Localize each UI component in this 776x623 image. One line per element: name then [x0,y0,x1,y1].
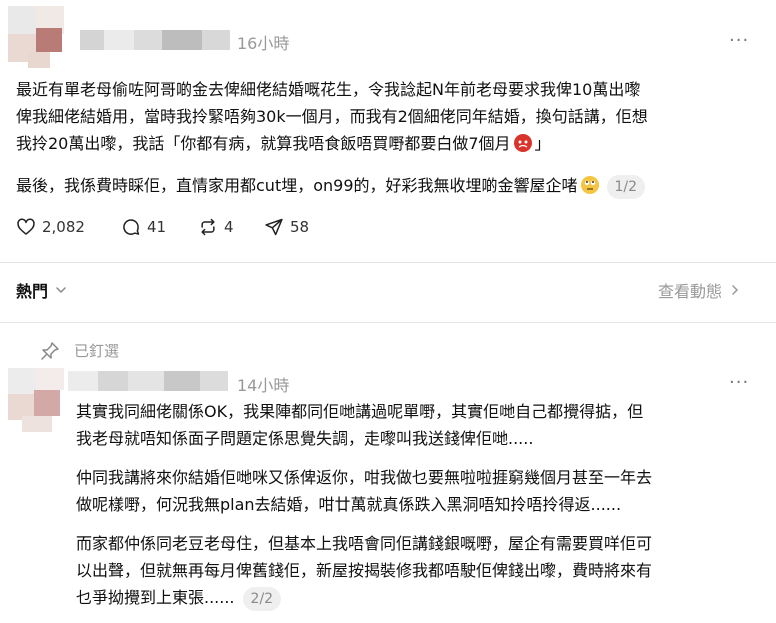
post-text-span: 」 [534,134,551,153]
repost-count: 4 [224,218,234,236]
reply-text-line: 我老母就唔知係面子問題定係思覺失調，走嚟叫我送錢俾佢哋..... [76,429,534,448]
reply-text-line: 而家都仲係同老豆老母住，但基本上我唔會同佢講錢銀嘅嘢，屋企有需要買咩佢可 [76,534,653,553]
reply-text-line: 做呢樣嘢，何況我無plan去結婚，咁廿萬就真係跌入黑洞唔知拎唔拎得返...... [76,495,622,514]
divider [0,262,776,263]
post-page-indicator: 1/2 [606,175,646,199]
chevron-down-icon [56,287,66,294]
like-count: 2,082 [42,218,85,236]
post-more-icon[interactable]: ··· [729,30,749,51]
share-button[interactable]: 58 [264,217,309,237]
comment-icon [123,219,140,235]
post-text-line: 最後，我係費時睬佢，直情家用都cut埋，on99的，好彩我無收埋啲金響屋企啫 1… [16,172,646,199]
comment-button[interactable]: 41 [121,217,166,237]
reply-text-line: 其實我同細佬關係OK，我果陣都同佢哋講過呢單嘢，其實佢哋自己都攪得掂，但 [76,402,644,421]
sort-dropdown[interactable]: 熱門 [16,278,68,302]
divider [0,322,776,323]
post-text-line: 最近有單老母偷咗阿哥啲金去俾細佬結婚嘅花生，令我諗起N年前老母要求我俾10萬出嚟 [16,80,641,99]
post-text-span: 最後，我係費時睬佢，直情家用都cut埋，on99的，好彩我無收埋啲金響屋企啫 [16,176,578,195]
eye-roll-face-icon [580,176,599,194]
post-body: 最近有單老母偷咗阿哥啲金去俾細佬結婚嘅花生，令我諗起N年前老母要求我俾10萬出嚟… [16,76,766,216]
reply-page-indicator: 2/2 [242,587,282,611]
share-count: 58 [290,218,310,236]
post-timestamp: 16小時 [237,34,290,53]
pinned-label: 已釘選 [74,342,120,360]
comment-count: 41 [147,218,167,236]
heart-icon [17,218,35,235]
reply-avatar[interactable] [8,368,68,432]
send-icon [265,218,283,236]
post-text-span: 我拎20萬出嚟，我話「你都有病，就算我唔食飯唔買嘢都要白做7個月 [16,134,511,153]
reply-timestamp: 14小時 [237,376,290,395]
post-username[interactable] [80,30,230,50]
reply-text-line: 仲同我講將來你結婚佢哋咪又係俾返你，咁我做乜要無啦啦捱窮幾個月甚至一年去 [76,468,653,487]
reply-text-span: 乜爭拗攪到上東張...... [76,588,235,607]
post-avatar[interactable] [8,6,68,68]
view-activity-link[interactable]: 查看動態 [658,278,742,302]
like-button[interactable]: 2,082 [16,217,85,237]
pinned-indicator: 已釘選 [40,340,119,361]
post-text-line: 我拎20萬出嚟，我話「你都有病，就算我唔食飯唔買嘢都要白做7個月 」 [16,130,551,157]
reply-more-icon[interactable]: ··· [729,372,749,393]
angry-face-icon [513,134,532,152]
reply-text-line: 以出聲，但就無再每月俾舊錢佢，新屋按揭裝修我都唔駛佢俾錢出嚟，費時將來有 [76,561,653,580]
view-activity-label: 查看動態 [658,282,723,301]
post-text-line: 俾我細佬結婚用，當時我拎緊唔夠30k一個月，而我有2個細佬同年結婚，換句話講，佢… [16,107,648,126]
sort-label: 熱門 [16,282,49,301]
pin-icon [41,341,59,360]
chevron-right-icon [732,285,739,295]
repost-button[interactable]: 4 [198,217,234,237]
repost-icon [201,218,215,236]
reply-username[interactable] [68,371,228,391]
reply-text-line: 乜爭拗攪到上東張...... 2/2 [76,584,282,611]
reply-body: 其實我同細佬關係OK，我果陣都同佢哋講過呢單嘢，其實佢哋自己都攪得掂，但 我老母… [76,398,766,618]
